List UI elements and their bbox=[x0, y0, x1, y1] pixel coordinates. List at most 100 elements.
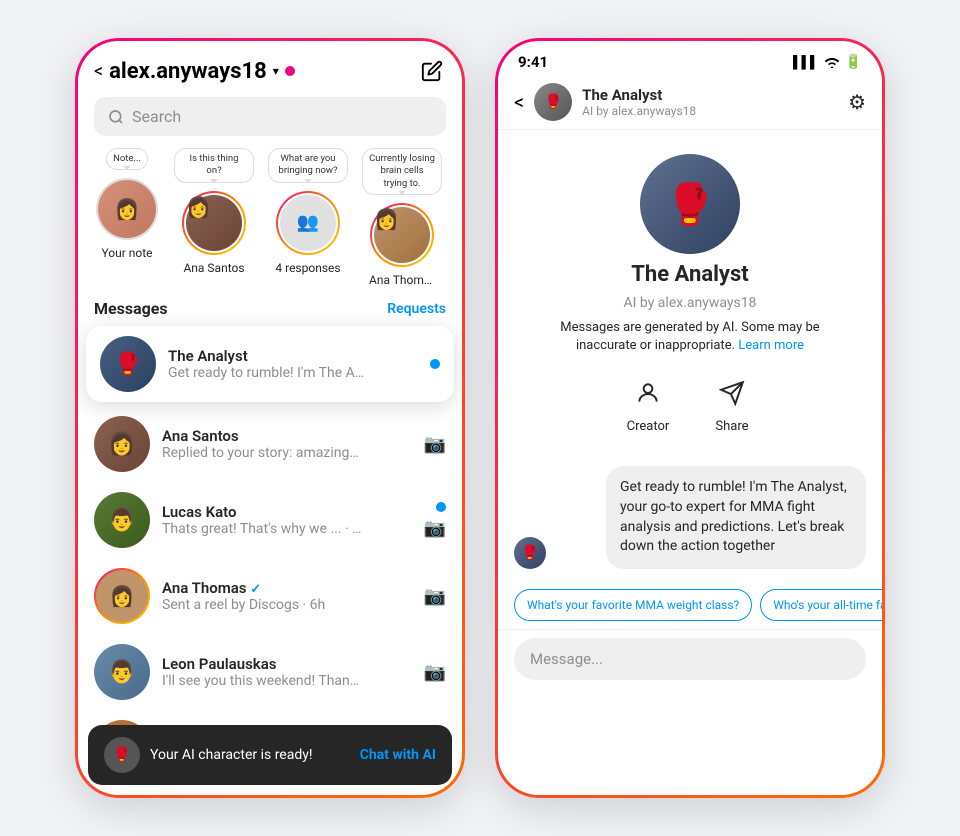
message-row-leon[interactable]: 👨 Leon Paulauskas I'll see you this week… bbox=[78, 634, 462, 710]
quick-reply-2[interactable]: Who's your all-time favorite fighter? bbox=[760, 589, 882, 621]
chevron-down-icon[interactable]: ▾ bbox=[273, 64, 279, 78]
analyst-content: The Analyst Get ready to rumble! I'm The… bbox=[168, 347, 418, 381]
search-placeholder: Search bbox=[132, 107, 181, 126]
lucas-kato-preview: Thats great! That's why we ... · 4h bbox=[162, 521, 362, 537]
messages-header: Messages Requests bbox=[78, 287, 462, 326]
ai-character-toast[interactable]: 🥊 Your AI character is ready! Chat with … bbox=[88, 725, 452, 785]
camera-icon-ana-thomas: 📷 bbox=[424, 586, 446, 607]
profile-avatar-image: 🥊 bbox=[640, 154, 740, 254]
chat-with-ai-button[interactable]: Chat with AI bbox=[360, 747, 436, 763]
your-note-avatar: 👩 bbox=[96, 178, 158, 240]
ana-santos-note-wrapper: Is this thing on? 👩 bbox=[174, 148, 254, 255]
quick-replies: What's your favorite MMA weight class? W… bbox=[498, 581, 882, 629]
creator-icon bbox=[626, 371, 670, 415]
ana-santos-story-label: Ana Santos bbox=[183, 261, 244, 275]
analyst-unread-dot bbox=[430, 359, 440, 369]
ana-santos-msg-right: 📷 bbox=[424, 434, 446, 455]
right-header-avatar: 🥊 bbox=[534, 83, 572, 121]
stories-row: Note... 👩 Your note Is this thing on? 👩 bbox=[78, 148, 462, 287]
main-container: < alex.anyways18 ▾ Searc bbox=[0, 8, 960, 828]
right-header-info: The Analyst AI by alex.anyways18 bbox=[582, 86, 696, 118]
leon-content: Leon Paulauskas I'll see you this weeken… bbox=[162, 655, 412, 689]
ana-thomas-msg-right: 📷 bbox=[424, 586, 446, 607]
username-label: alex.anyways18 bbox=[109, 59, 267, 84]
ana-santos-ring: 👩 bbox=[182, 191, 246, 255]
profile-avatar-large: 🥊 bbox=[640, 154, 740, 254]
ana-santos-msg-content: Ana Santos Replied to your story: amazin… bbox=[162, 427, 412, 461]
ana-thomas-msg-content: Ana Thomas ✓ Sent a reel by Discogs · 6h bbox=[162, 579, 412, 613]
note-wrapper: Note... 👩 bbox=[96, 148, 158, 240]
note-bubble: Note... bbox=[106, 148, 148, 170]
messages-title: Messages bbox=[94, 299, 168, 318]
responses-ring-inner: 👥 bbox=[278, 193, 338, 253]
ana-thomas-ring: 👩 bbox=[370, 203, 434, 267]
profile-name: The Analyst bbox=[631, 262, 748, 287]
right-phone: 9:41 ▌▌▌ 🔋 < 🥊 The Analys bbox=[495, 38, 885, 798]
ana-thomas-story-label: Ana Thomas bbox=[369, 273, 435, 287]
message-row-lucas-kato[interactable]: 👨 Lucas Kato Thats great! That's why we … bbox=[78, 482, 462, 558]
ana-thomas-ring-msg: 👩 bbox=[94, 568, 150, 624]
ana-thomas-msg-avatar: 👩 bbox=[96, 570, 148, 622]
right-header: < 🥊 The Analyst AI by alex.anyways18 ⚙ bbox=[498, 75, 882, 130]
lucas-kato-content: Lucas Kato Thats great! That's why we ..… bbox=[162, 503, 412, 537]
ana-santos-msg-preview: Replied to your story: amazing · 2h bbox=[162, 445, 362, 461]
leon-right: 📷 bbox=[424, 662, 446, 683]
ana-santos-ring-inner: 👩 bbox=[184, 193, 244, 253]
message-input-placeholder: Message... bbox=[530, 650, 603, 668]
camera-icon-leon: 📷 bbox=[424, 662, 446, 683]
ana-santos-bubble: Is this thing on? bbox=[174, 148, 254, 183]
chat-bubble-wrapper: 🥊 Get ready to rumble! I'm The Analyst, … bbox=[558, 466, 866, 568]
quick-reply-1[interactable]: What's your favorite MMA weight class? bbox=[514, 589, 752, 621]
message-row-ana-santos[interactable]: 👩 Ana Santos Replied to your story: amaz… bbox=[78, 406, 462, 482]
right-header-name: The Analyst bbox=[582, 86, 696, 104]
share-icon bbox=[710, 371, 754, 415]
gear-icon[interactable]: ⚙ bbox=[848, 90, 866, 114]
leon-avatar: 👨 bbox=[94, 644, 150, 700]
right-back-arrow[interactable]: < bbox=[514, 90, 524, 114]
share-action[interactable]: Share bbox=[710, 371, 754, 434]
status-bar: 9:41 ▌▌▌ 🔋 bbox=[498, 41, 882, 75]
profile-section: 🥊 The Analyst AI by alex.anyways18 Messa… bbox=[498, 130, 882, 450]
leon-preview: I'll see you this weekend! Thank... · 14… bbox=[162, 673, 362, 689]
verified-badge-ana-thomas: ✓ bbox=[250, 582, 261, 597]
analyst-name: The Analyst bbox=[168, 347, 418, 365]
creator-label: Creator bbox=[627, 419, 670, 434]
ana-thomas-note-wrapper: Currently losing brain cells trying to. … bbox=[362, 148, 442, 267]
search-bar[interactable]: Search bbox=[94, 97, 446, 136]
camera-icon-lucas: 📷 bbox=[424, 518, 446, 539]
message-row-the-analyst[interactable]: 🥊 The Analyst Get ready to rumble! I'm T… bbox=[86, 326, 454, 402]
left-header-left: < alex.anyways18 ▾ bbox=[94, 59, 295, 84]
message-input[interactable]: Message... bbox=[514, 638, 866, 680]
wifi-icon bbox=[824, 56, 840, 68]
story-item-ana-santos[interactable]: Is this thing on? 👩 Ana Santos bbox=[174, 148, 254, 287]
message-input-area: Message... bbox=[498, 629, 882, 696]
story-item-ana-thomas[interactable]: Currently losing brain cells trying to. … bbox=[362, 148, 442, 287]
status-icons: ▌▌▌ 🔋 bbox=[793, 54, 862, 70]
chat-area: 🥊 Get ready to rumble! I'm The Analyst, … bbox=[498, 450, 882, 580]
battery-icon: 🔋 bbox=[845, 54, 862, 70]
status-time: 9:41 bbox=[518, 53, 548, 71]
story-item-your-note[interactable]: Note... 👩 Your note bbox=[94, 148, 160, 287]
analyst-preview: Get ready to rumble! I'm The Analyst... … bbox=[168, 365, 368, 381]
share-label: Share bbox=[715, 419, 748, 434]
ai-toast-text: Your AI character is ready! bbox=[150, 747, 350, 763]
analyst-right bbox=[430, 359, 440, 369]
right-phone-inner: 9:41 ▌▌▌ 🔋 < 🥊 The Analys bbox=[498, 41, 882, 795]
message-row-ana-thomas[interactable]: 👩 Ana Thomas ✓ Sent a reel by Discogs · … bbox=[78, 558, 462, 634]
responses-ring: 👥 bbox=[276, 191, 340, 255]
chat-bubble: Get ready to rumble! I'm The Analyst, yo… bbox=[606, 466, 866, 568]
lucas-kato-unread-dot bbox=[436, 502, 446, 512]
ana-santos-msg-avatar: 👩 bbox=[94, 416, 150, 472]
profile-actions: Creator Share bbox=[626, 371, 754, 434]
edit-icon[interactable] bbox=[418, 57, 446, 85]
ana-thomas-msg-preview: Sent a reel by Discogs · 6h bbox=[162, 597, 362, 613]
bubble-avatar: 🥊 bbox=[514, 537, 546, 569]
back-arrow-icon[interactable]: < bbox=[94, 61, 103, 82]
ana-santos-msg-name: Ana Santos bbox=[162, 427, 412, 445]
creator-action[interactable]: Creator bbox=[626, 371, 670, 434]
requests-link[interactable]: Requests bbox=[387, 301, 446, 317]
responses-bubble: What are you bringing now? bbox=[268, 148, 348, 183]
leon-name: Leon Paulauskas bbox=[162, 655, 412, 673]
story-item-responses[interactable]: What are you bringing now? 👥 4 responses bbox=[268, 148, 348, 287]
learn-more-link[interactable]: Learn more bbox=[738, 338, 804, 353]
